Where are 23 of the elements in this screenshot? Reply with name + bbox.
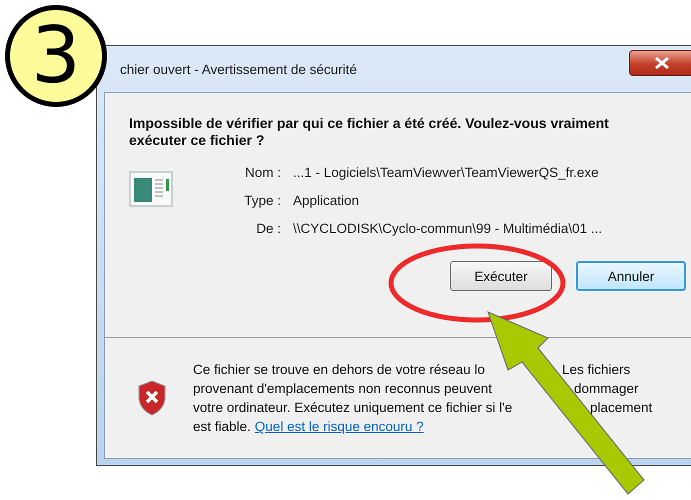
warning-text: votre ordinateur. Exécutez uniquement ce fichier si l'e <box>193 399 514 417</box>
warning-text: provenant d'emplacements non reconnus peuvent <box>193 380 494 398</box>
shield-error-icon <box>137 380 167 416</box>
field-label: Type : <box>243 192 281 210</box>
warning-heading: Impossible de vérifier par qui ce fichier a été créé. Voulez-vous vraiment exécuter ce fichier ? <box>129 115 610 149</box>
step-badge: 3 <box>5 5 107 107</box>
field-label: Nom : <box>244 164 281 182</box>
warning-text: est fiable. <box>193 418 251 436</box>
close-button[interactable] <box>629 50 691 76</box>
field-label: De : <box>255 220 281 238</box>
window-title: chier ouvert - Avertissement de sécurité <box>120 62 357 76</box>
run-button[interactable]: Exécuter <box>450 261 552 291</box>
risk-link[interactable]: Quel est le risque encouru ? <box>254 417 424 436</box>
application-icon <box>129 171 173 207</box>
warning-text: dommager <box>574 380 639 398</box>
field-value: Application <box>293 192 360 210</box>
field-value: \\CYCLODISK\Cyclo-commun\99 - Multimédia\01 ... <box>293 220 602 238</box>
close-icon <box>654 57 670 69</box>
field-value: ...1 - Logiciels\TeamViewver\TeamViewerQS_fr.exe <box>293 164 600 182</box>
cancel-button[interactable]: Annuler <box>576 261 686 291</box>
warning-text: Les fichiers <box>562 361 630 379</box>
warning-text: placement <box>590 399 652 417</box>
warning-text: Ce fichier se trouve en dehors de votre réseau lo <box>193 361 486 379</box>
